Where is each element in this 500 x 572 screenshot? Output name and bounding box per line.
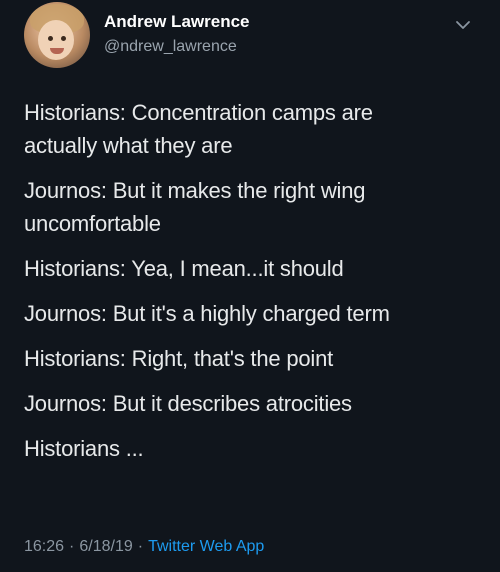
tweet-line: Historians: Concentration camps are [24,100,373,125]
tweet-line: Historians: Yea, I mean...it should [24,256,344,281]
tweet-meta: 16:26 · 6/18/19 · Twitter Web App [24,538,264,556]
avatar-eye-left [48,36,53,41]
tweet-text: Historians: Concentration camps are actu… [24,96,484,465]
tweet-source-link[interactable]: Twitter Web App [148,538,264,555]
tweet-line: Journos: But it's a highly charged term [24,301,390,326]
meta-separator: · [137,538,144,555]
tweet-time[interactable]: 16:26 [24,538,64,555]
tweet-line: Journos: But it makes the right wing [24,178,366,203]
author-display-name[interactable]: Andrew Lawrence [104,12,250,32]
author-handle[interactable]: @ndrew_lawrence [104,38,237,56]
tweet-line: Journos: But it describes atrocities [24,391,352,416]
avatar[interactable] [24,2,90,68]
tweet-card: Andrew Lawrence @ndrew_lawrence Historia… [0,0,500,572]
avatar-face [38,20,74,60]
meta-separator: · [69,538,75,555]
tweet-line: Historians ... [24,436,144,461]
tweet-date[interactable]: 6/18/19 [79,538,132,555]
tweet-line: actually what they are [24,133,233,158]
chevron-down-icon[interactable] [452,14,474,36]
tweet-line: Historians: Right, that's the point [24,346,334,371]
avatar-eye-right [61,36,66,41]
tweet-line: uncomfortable [24,211,161,236]
